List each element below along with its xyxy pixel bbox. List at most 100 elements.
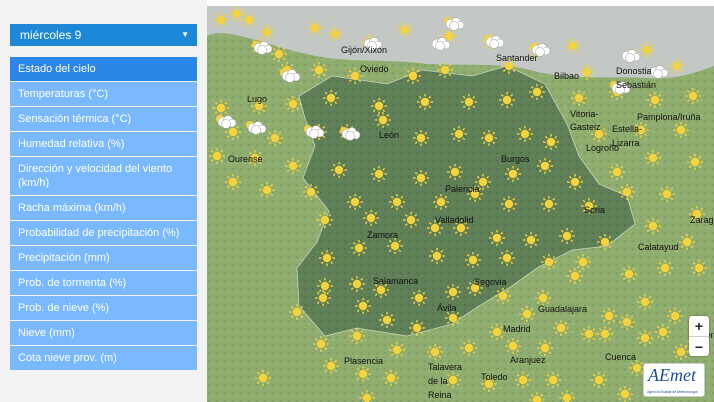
- place-label: Reina: [428, 390, 452, 400]
- place-label: Talavera: [428, 362, 463, 372]
- sun-icon: [499, 250, 515, 266]
- sun-icon: [673, 344, 689, 360]
- sun-icon: [259, 24, 275, 40]
- zoom-in-button[interactable]: +: [689, 316, 709, 336]
- sun-icon: [499, 92, 515, 108]
- menu-item-prob-precipitacion[interactable]: Probabilidad de precipitación (%): [10, 221, 197, 246]
- place-label: Segovia: [474, 277, 507, 287]
- sun-icon: [209, 148, 225, 164]
- weather-map[interactable]: Gijón/Xixón Oviedo Santander Bilbao Dono…: [207, 6, 714, 402]
- sun-icon: [481, 130, 497, 146]
- logo-subtitle: Agencia Estatal de Meteorología: [647, 390, 698, 394]
- sun-icon: [637, 330, 653, 346]
- menu-item-prob-tormenta[interactable]: Prob. de tormenta (%): [10, 271, 197, 296]
- sun-icon: [413, 170, 429, 186]
- sun-icon: [621, 266, 637, 282]
- menu-item-precipitacion[interactable]: Precipitación (mm): [10, 246, 197, 271]
- sun-icon: [323, 358, 339, 374]
- caret-down-icon: ▼: [181, 30, 189, 39]
- sun-icon: [567, 268, 583, 284]
- sun-icon: [347, 194, 363, 210]
- sun-icon: [691, 260, 707, 276]
- sun-icon: [645, 218, 661, 234]
- menu-item-estado-cielo[interactable]: Estado del cielo: [10, 57, 197, 82]
- place-label: Gasteiz: [570, 122, 601, 132]
- menu-item-cota-nieve[interactable]: Cota nieve prov. (m): [10, 346, 197, 371]
- sun-icon: [307, 20, 323, 36]
- sun-icon: [313, 336, 329, 352]
- place-label: Donostia: [616, 66, 652, 76]
- sun-icon: [505, 166, 521, 182]
- sun-icon: [403, 212, 419, 228]
- menu-item-viento[interactable]: Dirección y velocidad del viento (km/h): [10, 157, 197, 196]
- sidebar: miércoles 9 ▼ Estado del cielo Temperatu…: [0, 0, 207, 402]
- sun-icon: [429, 248, 445, 264]
- place-label: Burgos: [501, 154, 530, 164]
- menu-item-temperaturas[interactable]: Temperaturas (°C): [10, 82, 197, 107]
- menu-item-prob-nieve[interactable]: Prob. de nieve (%): [10, 296, 197, 321]
- place-label: Soria: [584, 205, 606, 215]
- sun-icon: [389, 194, 405, 210]
- sun-icon: [619, 184, 635, 200]
- place-label: Bilbao: [554, 71, 580, 81]
- logo-text: AEmet: [648, 365, 696, 385]
- zoom-out-button[interactable]: −: [689, 336, 709, 356]
- sun-icon: [445, 284, 461, 300]
- sun-icon: [647, 92, 663, 108]
- menu-item-nieve[interactable]: Nieve (mm): [10, 321, 197, 346]
- sun-icon: [317, 278, 333, 294]
- sun-icon: [685, 88, 701, 104]
- sun-icon: [351, 240, 367, 256]
- place-label: Gijón/Xixón: [341, 45, 388, 55]
- menu-item-humedad[interactable]: Humedad relativa (%): [10, 132, 197, 157]
- sun-icon: [575, 254, 591, 270]
- sun-icon: [411, 290, 427, 306]
- day-dropdown[interactable]: miércoles 9 ▼: [10, 24, 197, 46]
- sun-icon: [609, 164, 625, 180]
- sun-icon: [517, 126, 533, 142]
- sun-icon: [537, 340, 553, 356]
- sun-icon: [559, 228, 575, 244]
- sun-icon: [229, 6, 245, 22]
- place-label: Sebastián: [616, 80, 657, 90]
- sun-icon: [355, 366, 371, 382]
- sun-icon: [687, 154, 703, 170]
- menu-item-sensacion-termica[interactable]: Sensación térmica (°C): [10, 107, 197, 132]
- sun-icon: [371, 98, 387, 114]
- sun-icon: [451, 126, 467, 142]
- sun-icon: [673, 122, 689, 138]
- sun-icon: [349, 276, 365, 292]
- sun-icon: [519, 306, 535, 322]
- menu-item-racha[interactable]: Racha máxima (km/h): [10, 196, 197, 221]
- sun-icon: [541, 196, 557, 212]
- sun-icon: [349, 328, 365, 344]
- sun-icon: [645, 150, 661, 166]
- sun-icon: [267, 130, 283, 146]
- place-label: Guadalajara: [538, 304, 588, 314]
- sun-icon: [371, 166, 387, 182]
- sun-icon: [303, 184, 319, 200]
- sun-icon: [289, 304, 305, 320]
- sun-icon: [405, 68, 421, 84]
- place-label: Salamanca: [373, 276, 419, 286]
- place-label: Logroño: [586, 143, 620, 153]
- aemet-logo[interactable]: AEmet Agencia Estatal de Meteorología: [643, 363, 705, 397]
- sun-icon: [255, 370, 271, 386]
- place-label: Calatayud: [638, 242, 679, 252]
- sun-icon: [597, 326, 613, 342]
- sun-icon: [409, 320, 425, 336]
- sun-icon: [285, 96, 301, 112]
- sun-icon: [537, 158, 553, 174]
- sun-icon: [397, 22, 413, 38]
- sun-icon: [331, 162, 347, 178]
- sun-icon: [213, 100, 229, 116]
- sun-icon: [447, 164, 463, 180]
- sun-icon: [617, 386, 633, 402]
- sun-icon: [285, 158, 301, 174]
- place-label: Estella-: [612, 124, 643, 134]
- sun-icon: [591, 372, 607, 388]
- place-label: Valladolid: [435, 215, 474, 225]
- place-label: Santander: [496, 53, 538, 63]
- sun-icon: [375, 112, 391, 128]
- sun-icon: [667, 308, 683, 324]
